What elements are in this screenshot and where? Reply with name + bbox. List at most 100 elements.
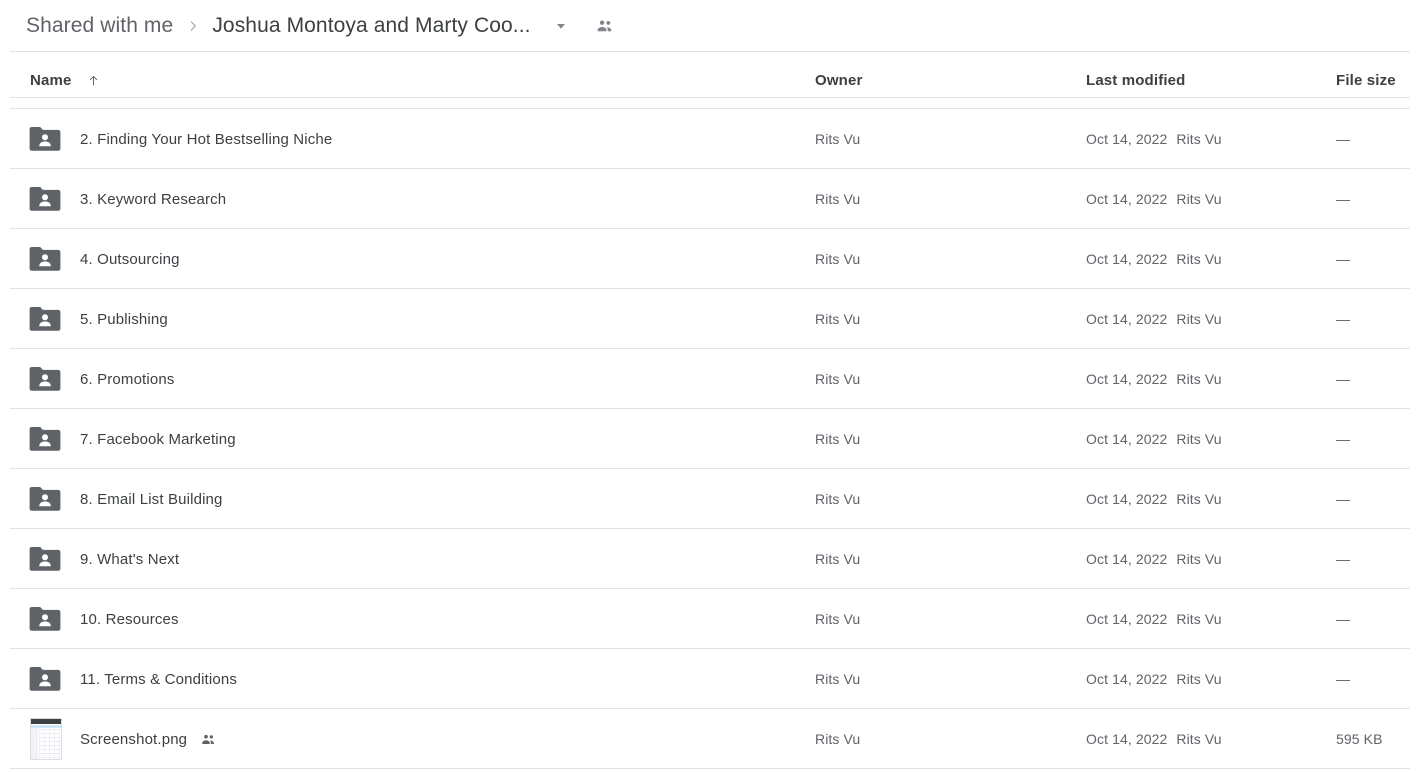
owner-cell: Rits Vu xyxy=(815,311,861,327)
file-size-cell: — xyxy=(1336,431,1351,447)
table-column-header: Name Owner Last modified File size xyxy=(0,52,1416,109)
last-modified-by: Rits Vu xyxy=(1176,251,1222,267)
image-thumbnail-icon xyxy=(30,718,62,760)
file-size-cell: — xyxy=(1336,131,1351,147)
shared-folder-icon xyxy=(28,659,68,699)
shared-folder-glyph xyxy=(29,547,61,571)
file-name-cell[interactable]: 7. Facebook Marketing xyxy=(80,431,236,448)
last-modified-date: Oct 14, 2022 xyxy=(1086,431,1168,447)
file-name-label: 6. Promotions xyxy=(80,370,175,388)
owner-cell: Rits Vu xyxy=(815,611,861,627)
image-thumbnail-icon xyxy=(28,718,68,760)
column-header-divider-top xyxy=(10,97,1410,98)
file-name-cell[interactable]: Screenshot.png xyxy=(80,731,217,748)
owner-cell: Rits Vu xyxy=(815,131,861,147)
file-name-label: 11. Terms & Conditions xyxy=(80,670,237,688)
breadcrumb-root-shared-with-me[interactable]: Shared with me xyxy=(26,14,173,38)
owner-cell: Rits Vu xyxy=(815,731,861,747)
file-size-cell: — xyxy=(1336,371,1351,387)
last-modified-date: Oct 14, 2022 xyxy=(1086,191,1168,207)
last-modified-cell: Oct 14, 2022 Rits Vu xyxy=(1086,191,1222,207)
file-name-label: 9. What's Next xyxy=(80,550,180,568)
shared-folder-glyph xyxy=(29,307,61,331)
shared-folder-glyph xyxy=(29,127,61,151)
owner-cell: Rits Vu xyxy=(815,251,861,267)
file-name-cell[interactable]: 3. Keyword Research xyxy=(80,191,226,208)
file-size-cell: — xyxy=(1336,311,1351,327)
people-glyph xyxy=(202,734,215,744)
table-row[interactable]: 8. Email List Building Rits Vu Oct 14, 202… xyxy=(0,469,1416,529)
table-row[interactable]: 6. Promotions Rits Vu Oct 14, 2022 Rits Vu — xyxy=(0,349,1416,409)
file-name-cell[interactable]: 2. Finding Your Hot Bestselling Niche xyxy=(80,131,332,148)
shared-folder-icon xyxy=(28,119,68,159)
breadcrumb-current-folder[interactable]: Joshua Montoya and Marty Coo... xyxy=(212,14,530,38)
last-modified-by: Rits Vu xyxy=(1176,431,1222,447)
last-modified-cell: Oct 14, 2022 Rits Vu xyxy=(1086,491,1222,507)
table-row[interactable]: 11. Terms & Conditions Rits Vu Oct 14, 202… xyxy=(0,649,1416,709)
breadcrumb: Shared with me Joshua Montoya and Marty … xyxy=(0,0,1416,52)
last-modified-cell: Oct 14, 2022 Rits Vu xyxy=(1086,431,1222,447)
file-name-label: 5. Publishing xyxy=(80,310,168,328)
owner-cell: Rits Vu xyxy=(815,671,861,687)
file-name-cell[interactable]: 10. Resources xyxy=(80,611,179,628)
table-row[interactable]: 10. Resources Rits Vu Oct 14, 2022 Rits Vu — xyxy=(0,589,1416,649)
shared-folder-glyph xyxy=(29,607,61,631)
last-modified-by: Rits Vu xyxy=(1176,611,1222,627)
shared-folder-glyph xyxy=(29,427,61,451)
table-row[interactable]: 9. What's Next Rits Vu Oct 14, 2022 Rits Vu… xyxy=(0,529,1416,589)
table-row[interactable]: 7. Facebook Marketing Rits Vu Oct 14, 2022… xyxy=(0,409,1416,469)
table-row[interactable]: 2. Finding Your Hot Bestselling Niche Rit… xyxy=(0,109,1416,169)
last-modified-cell: Oct 14, 2022 Rits Vu xyxy=(1086,551,1222,567)
file-list: 2. Finding Your Hot Bestselling Niche Rit… xyxy=(0,109,1416,769)
last-modified-date: Oct 14, 2022 xyxy=(1086,611,1168,627)
last-modified-date: Oct 14, 2022 xyxy=(1086,371,1168,387)
owner-cell: Rits Vu xyxy=(815,551,861,567)
column-header-name[interactable]: Name xyxy=(30,72,101,89)
file-name-cell[interactable]: 11. Terms & Conditions xyxy=(80,671,237,688)
file-name-label: 10. Resources xyxy=(80,610,179,628)
file-name-cell[interactable]: 9. What's Next xyxy=(80,551,179,568)
last-modified-date: Oct 14, 2022 xyxy=(1086,551,1168,567)
last-modified-date: Oct 14, 2022 xyxy=(1086,731,1168,747)
chevron-down-icon[interactable] xyxy=(553,18,569,34)
file-size-cell: — xyxy=(1336,251,1351,267)
file-size-cell: 595 KB xyxy=(1336,731,1383,747)
thumbnail-header-bar xyxy=(31,719,61,724)
owner-cell: Rits Vu xyxy=(815,491,861,507)
shared-folder-glyph xyxy=(29,667,61,691)
last-modified-date: Oct 14, 2022 xyxy=(1086,671,1168,687)
column-header-last-modified[interactable]: Last modified xyxy=(1086,72,1185,89)
table-row[interactable]: 4. Outsourcing Rits Vu Oct 14, 2022 Rits Vu… xyxy=(0,229,1416,289)
file-size-cell: — xyxy=(1336,551,1351,567)
column-header-name-label: Name xyxy=(30,72,72,89)
last-modified-date: Oct 14, 2022 xyxy=(1086,491,1168,507)
table-row[interactable]: 3. Keyword Research Rits Vu Oct 14, 2022 Ri… xyxy=(0,169,1416,229)
file-name-label: 4. Outsourcing xyxy=(80,250,180,268)
chevron-right-icon xyxy=(186,19,200,33)
file-size-cell: — xyxy=(1336,611,1351,627)
last-modified-cell: Oct 14, 2022 Rits Vu xyxy=(1086,671,1222,687)
last-modified-cell: Oct 14, 2022 Rits Vu xyxy=(1086,371,1222,387)
column-header-file-size[interactable]: File size xyxy=(1336,72,1396,89)
file-size-cell: — xyxy=(1336,191,1351,207)
last-modified-cell: Oct 14, 2022 Rits Vu xyxy=(1086,611,1222,627)
shared-folder-icon xyxy=(28,539,68,579)
column-header-owner[interactable]: Owner xyxy=(815,72,862,89)
file-name-label: 7. Facebook Marketing xyxy=(80,430,236,448)
last-modified-cell: Oct 14, 2022 Rits Vu xyxy=(1086,311,1222,327)
last-modified-by: Rits Vu xyxy=(1176,131,1222,147)
file-name-cell[interactable]: 5. Publishing xyxy=(80,311,168,328)
table-row[interactable]: 5. Publishing Rits Vu Oct 14, 2022 Rits Vu — xyxy=(0,289,1416,349)
file-name-label: 8. Email List Building xyxy=(80,490,223,508)
file-name-cell[interactable]: 6. Promotions xyxy=(80,371,175,388)
shared-folder-icon xyxy=(28,299,68,339)
arrow-up-icon[interactable] xyxy=(86,73,101,88)
table-row[interactable]: Screenshot.png Rits Vu Oct 14, 2022 Rits V… xyxy=(0,709,1416,769)
last-modified-by: Rits Vu xyxy=(1176,491,1222,507)
file-name-cell[interactable]: 4. Outsourcing xyxy=(80,251,180,268)
file-name-cell[interactable]: 8. Email List Building xyxy=(80,491,223,508)
owner-cell: Rits Vu xyxy=(815,191,861,207)
shared-folder-icon xyxy=(28,419,68,459)
people-icon xyxy=(595,16,615,36)
shared-folder-glyph xyxy=(29,187,61,211)
